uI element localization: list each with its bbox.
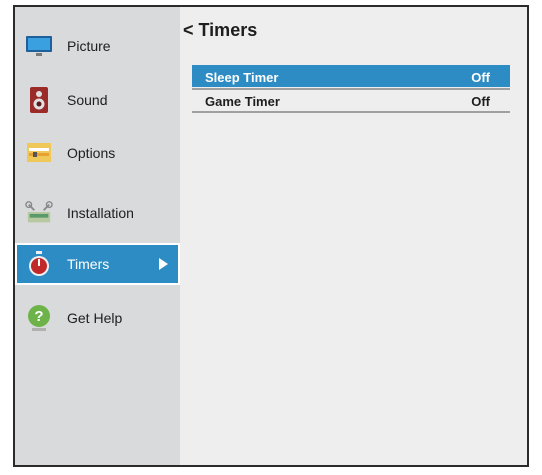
- tv-menu-window: Picture Sound Options Installation Timer…: [13, 5, 529, 467]
- sidebar-item-label: Timers: [67, 256, 110, 272]
- row-label: Game Timer: [205, 94, 280, 109]
- row-label: Sleep Timer: [205, 70, 279, 85]
- row-value: Off: [471, 70, 490, 85]
- installation-icon: [25, 199, 53, 227]
- sidebar-item-label: Get Help: [67, 310, 123, 326]
- sidebar: Picture Sound Options Installation Timer…: [15, 7, 180, 465]
- sidebar-item-label: Installation: [67, 205, 134, 221]
- stopwatch-icon: [25, 250, 53, 278]
- main-content: < Timers Sleep Timer Off Game Timer Off: [180, 7, 527, 465]
- sidebar-item-label: Picture: [67, 38, 111, 54]
- sidebar-item-timers[interactable]: Timers: [15, 243, 180, 285]
- sidebar-item-label: Options: [67, 145, 116, 161]
- sidebar-item-installation[interactable]: Installation: [15, 192, 180, 234]
- svg-text:?: ?: [34, 308, 43, 325]
- row-value: Off: [471, 94, 490, 109]
- sidebar-item-label: Sound: [67, 92, 108, 108]
- sleep-timer-row[interactable]: Sleep Timer Off: [192, 65, 510, 90]
- sidebar-item-options[interactable]: Options: [15, 132, 180, 174]
- sidebar-item-get-help[interactable]: ? Get Help: [15, 297, 180, 339]
- tv-icon: [25, 32, 53, 60]
- chevron-right-icon: [159, 258, 168, 270]
- game-timer-row[interactable]: Game Timer Off: [192, 91, 510, 113]
- sidebar-item-picture[interactable]: Picture: [15, 25, 180, 67]
- sidebar-item-sound[interactable]: Sound: [15, 79, 180, 121]
- help-icon: ?: [25, 304, 53, 332]
- page-title[interactable]: < Timers: [183, 20, 257, 41]
- options-icon: [25, 139, 53, 167]
- speaker-icon: [25, 86, 53, 114]
